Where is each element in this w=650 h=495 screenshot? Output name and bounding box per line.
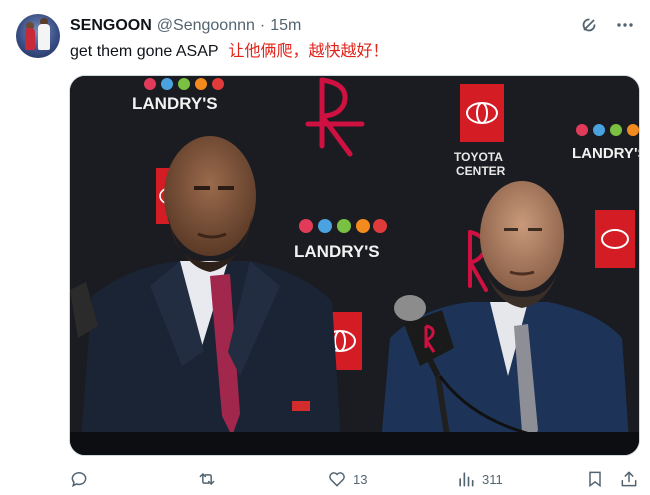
like-button[interactable]: 13	[327, 469, 367, 489]
reply-button[interactable]	[69, 469, 95, 489]
tweet-header: SENGOON @Sengoonnn · 15m	[70, 14, 301, 38]
tweet-actions-bar: 13 311	[69, 466, 638, 492]
views-count: 311	[482, 471, 503, 487]
tweet-text: get them gone ASAP 让他俩爬，越快越好！	[70, 42, 389, 62]
like-count: 13	[353, 471, 368, 487]
share-button[interactable]	[619, 469, 639, 489]
toyota-logo-top: TOYOTA CENTER	[454, 84, 506, 178]
toyota-logo-right	[595, 210, 635, 268]
venue-text-top-1: TOYOTA	[454, 150, 503, 164]
timestamp[interactable]: 15m	[270, 17, 301, 35]
bookmark-icon	[589, 471, 601, 488]
heart-icon	[329, 472, 345, 487]
more-icon[interactable]	[614, 14, 636, 36]
views-icon	[459, 472, 474, 487]
grok-icon[interactable]	[578, 14, 600, 36]
tweet-card: SENGOON @Sengoonnn · 15m get them gone A…	[0, 0, 650, 495]
sponsor-text-left: LANDRY'S	[132, 94, 218, 113]
tweet-text-translation: 让他俩爬，越快越好！	[228, 43, 389, 60]
bookmark-button[interactable]	[585, 469, 605, 489]
tweet-text-original: get them gone ASAP	[70, 43, 219, 60]
separator-dot: ·	[259, 17, 266, 34]
tweet-top-actions	[578, 14, 636, 36]
repost-button[interactable]	[197, 469, 223, 489]
sponsor-text-right: LANDRY'S	[572, 145, 639, 162]
tweet-photo[interactable]: LANDRY'S TOYOTA CENTER LANDRY' LANDRY'S	[69, 75, 640, 456]
avatar[interactable]	[16, 14, 60, 58]
venue-text-top-2: CENTER	[456, 164, 506, 178]
author-name[interactable]: SENGOON	[70, 17, 152, 35]
reply-icon	[71, 472, 87, 488]
share-icon	[621, 471, 637, 487]
sponsor-text-center: LANDRY'S	[294, 242, 380, 261]
author-handle[interactable]: @Sengoonnn	[157, 17, 255, 35]
repost-icon	[199, 473, 215, 485]
views-button[interactable]: 311	[456, 469, 503, 489]
